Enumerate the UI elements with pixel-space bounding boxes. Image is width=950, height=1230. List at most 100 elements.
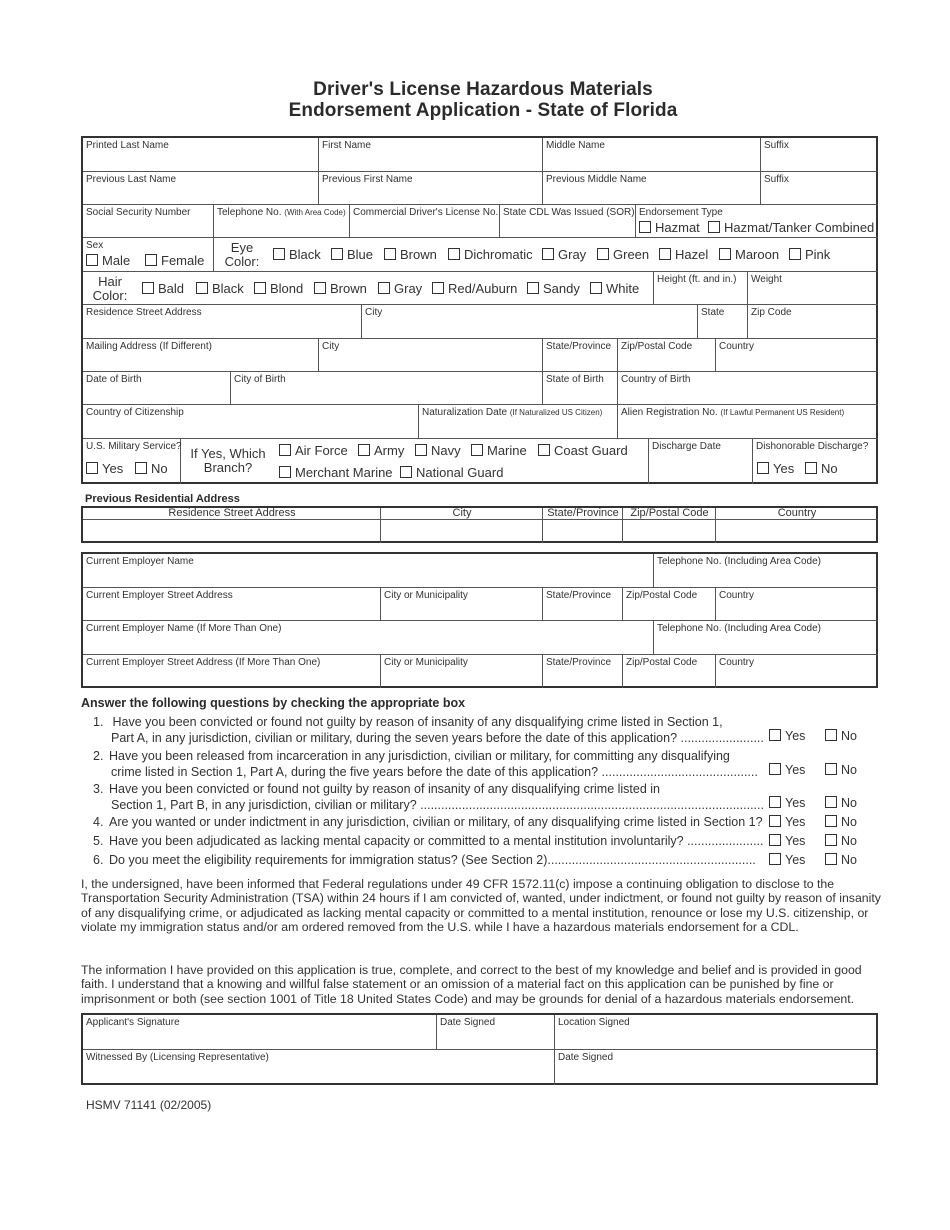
eye-brown-option[interactable]: Brown [384,247,437,262]
army-checkbox[interactable] [358,444,370,456]
air-force-checkbox[interactable] [279,444,291,456]
employer-name-field[interactable]: Current Employer Name [83,554,654,588]
middle-name-field[interactable]: Middle Name [543,138,761,172]
eye-blue-checkbox[interactable] [331,248,343,260]
employer-zip-field[interactable]: Zip/Postal Code [623,588,716,621]
branch-navy-option[interactable]: Navy [415,443,461,458]
military-no-checkbox[interactable] [135,462,147,474]
eye-hazel-option[interactable]: Hazel [659,247,708,262]
hair-blond-checkbox[interactable] [254,282,266,294]
eye-black-option[interactable]: Black [273,247,321,262]
question-2-no[interactable]: No [825,763,857,777]
eye-pink-option[interactable]: Pink [789,247,830,262]
q6-yes-checkbox[interactable] [769,853,781,865]
branch-air-force-option[interactable]: Air Force [279,443,348,458]
branch-coast-guard-option[interactable]: Coast Guard [538,443,628,458]
question-6-yes[interactable]: Yes [769,853,805,867]
hair-brown-option[interactable]: Brown [314,281,367,296]
q2-yes-checkbox[interactable] [769,763,781,775]
military-yes-option[interactable]: Yes [86,461,123,476]
eye-pink-checkbox[interactable] [789,248,801,260]
q5-yes-checkbox[interactable] [769,834,781,846]
mailing-country-field[interactable]: Country [716,339,878,372]
dishonorable-no-checkbox[interactable] [805,462,817,474]
hair-black-option[interactable]: Black [196,281,244,296]
dishonorable-no-option[interactable]: No [805,461,838,476]
question-6-no[interactable]: No [825,853,857,867]
marine-checkbox[interactable] [471,444,483,456]
location-signed-field[interactable]: Location Signed [555,1015,878,1050]
employer-street2-field[interactable]: Current Employer Street Address (If More… [83,655,381,688]
applicant-signature-field[interactable]: Applicant's Signature [83,1015,437,1050]
hair-red-auburn-option[interactable]: Red/Auburn [432,281,517,296]
employer-state-field[interactable]: State/Province [543,588,623,621]
prev-state-input[interactable] [543,520,623,543]
eye-dichromatic-option[interactable]: Dichromatic [448,247,533,262]
printed-last-name-field[interactable]: Printed Last Name [83,138,319,172]
hair-bald-option[interactable]: Bald [142,281,184,296]
endorsement-hazmat-tanker-option[interactable]: Hazmat/Tanker Combined [708,220,874,235]
branch-national-guard-option[interactable]: National Guard [400,465,503,480]
q4-no-checkbox[interactable] [825,815,837,827]
hair-sandy-checkbox[interactable] [527,282,539,294]
employer-city2-field[interactable]: City or Municipality [381,655,543,688]
hair-red-auburn-checkbox[interactable] [432,282,444,294]
eye-hazel-checkbox[interactable] [659,248,671,260]
dishonorable-yes-option[interactable]: Yes [757,461,794,476]
employer-telephone2-field[interactable]: Telephone No. (Including Area Code) [654,621,878,655]
employer-zip2-field[interactable]: Zip/Postal Code [623,655,716,688]
cdl-number-field[interactable]: Commercial Driver's License No. [350,205,500,238]
residence-city-field[interactable]: City [362,305,698,339]
navy-checkbox[interactable] [415,444,427,456]
eye-maroon-option[interactable]: Maroon [719,247,779,262]
city-of-birth-field[interactable]: City of Birth [231,372,543,405]
hair-white-checkbox[interactable] [590,282,602,294]
question-2-yes[interactable]: Yes [769,763,805,777]
employer-country-field[interactable]: Country [716,588,878,621]
previous-last-name-field[interactable]: Previous Last Name [83,172,319,205]
sex-male-option[interactable]: Male [86,253,130,268]
weight-field[interactable]: Weight [748,272,878,305]
height-field[interactable]: Height (ft. and in.) [654,272,748,305]
residence-state-field[interactable]: State [698,305,748,339]
eye-blue-option[interactable]: Blue [331,247,373,262]
employer-street-field[interactable]: Current Employer Street Address [83,588,381,621]
eye-maroon-checkbox[interactable] [719,248,731,260]
branch-army-option[interactable]: Army [358,443,404,458]
residence-street-field[interactable]: Residence Street Address [83,305,362,339]
branch-merchant-marine-option[interactable]: Merchant Marine [279,465,393,480]
mailing-address-field[interactable]: Mailing Address (If Different) [83,339,319,372]
q3-yes-checkbox[interactable] [769,796,781,808]
state-cdl-field[interactable]: State CDL Was Issued (SOR) [500,205,636,238]
hair-bald-checkbox[interactable] [142,282,154,294]
endorsement-hazmat-option[interactable]: Hazmat [639,220,700,235]
question-4-no[interactable]: No [825,815,857,829]
question-1-yes[interactable]: Yes [769,729,805,743]
hair-sandy-option[interactable]: Sandy [527,281,580,296]
military-no-option[interactable]: No [135,461,168,476]
witnessed-by-field[interactable]: Witnessed By (Licensing Representative) [83,1050,555,1085]
eye-green-option[interactable]: Green [597,247,649,262]
mailing-zip-field[interactable]: Zip/Postal Code [618,339,716,372]
hair-gray-checkbox[interactable] [378,282,390,294]
male-checkbox[interactable] [86,254,98,266]
prev-country-input[interactable] [716,520,878,543]
question-3-no[interactable]: No [825,796,857,810]
alien-registration-field[interactable]: Alien Registration No. (If Lawful Perman… [618,405,878,439]
question-1-no[interactable]: No [825,729,857,743]
prev-city-input[interactable] [381,520,543,543]
state-of-birth-field[interactable]: State of Birth [543,372,618,405]
hair-brown-checkbox[interactable] [314,282,326,294]
residence-zip-field[interactable]: Zip Code [748,305,878,339]
dob-field[interactable]: Date of Birth [83,372,231,405]
branch-marine-option[interactable]: Marine [471,443,527,458]
eye-green-checkbox[interactable] [597,248,609,260]
eye-black-checkbox[interactable] [273,248,285,260]
witness-date-signed-field[interactable]: Date Signed [555,1050,878,1085]
employer-state2-field[interactable]: State/Province [543,655,623,688]
discharge-date-field[interactable]: Discharge Date [649,439,753,484]
employer-city-field[interactable]: City or Municipality [381,588,543,621]
telephone-field[interactable]: Telephone No. (With Area Code) [214,205,350,238]
q6-no-checkbox[interactable] [825,853,837,865]
q1-no-checkbox[interactable] [825,729,837,741]
